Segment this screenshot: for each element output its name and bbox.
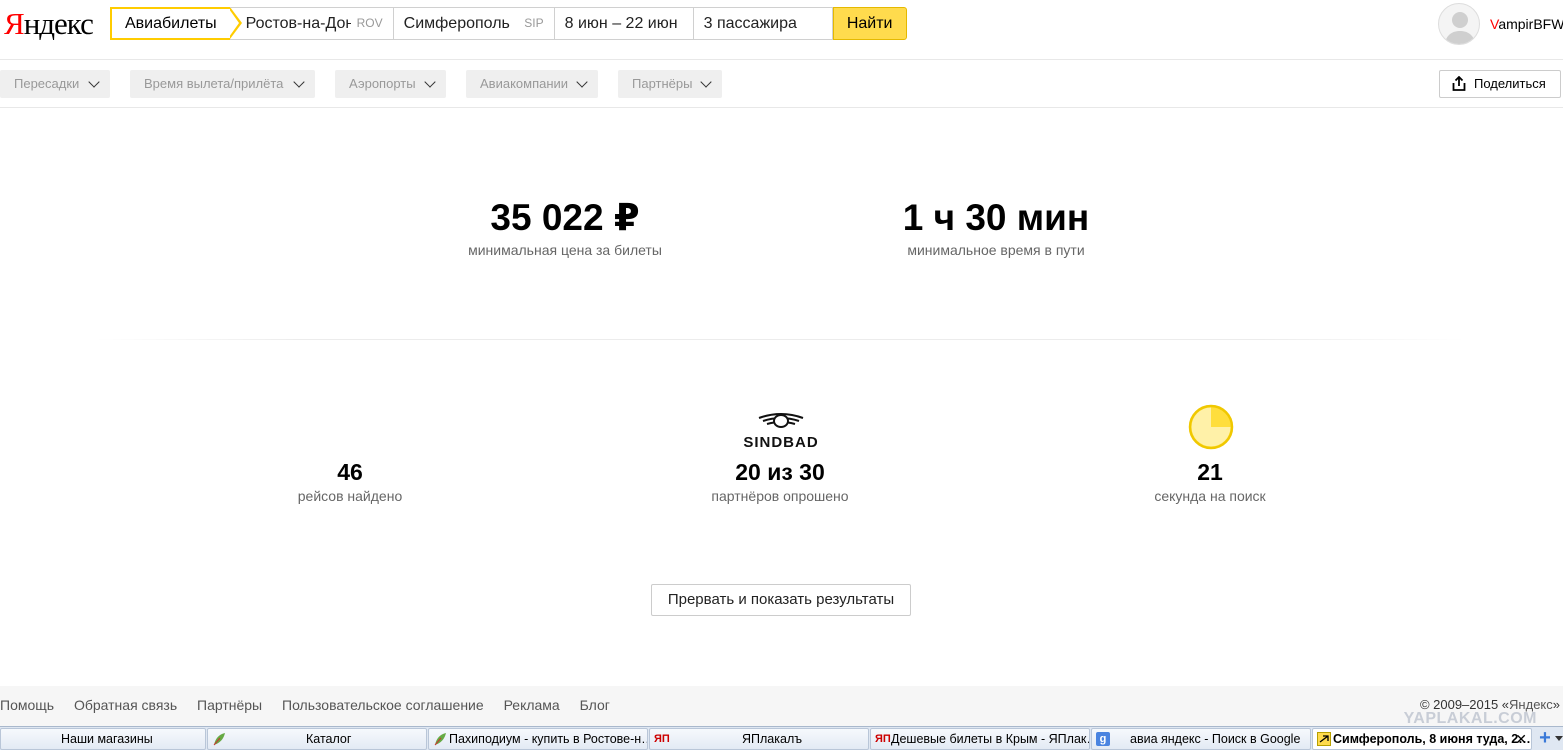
page: Яндекс Авиабилеты Ростов-на-Дону ROV Сим…: [0, 0, 1563, 750]
browser-tab[interactable]: ЯП ЯПлакалъ: [649, 728, 869, 750]
passengers-field[interactable]: 3 пассажира: [693, 7, 833, 40]
footer-link-blog[interactable]: Блог: [580, 697, 610, 713]
tab-list-chevron-icon[interactable]: [1555, 736, 1563, 741]
filter-partners[interactable]: Партнёры: [618, 70, 722, 98]
chevron-down-icon: [293, 76, 305, 88]
browser-tab[interactable]: Пахиподиум - купить в Ростове-н…: [428, 728, 648, 750]
tab-label: Наши магазины: [61, 732, 153, 746]
divider: [95, 339, 1465, 340]
flights-found-label: рейсов найдено: [297, 488, 403, 504]
dates-value: 8 июн – 22 июн: [564, 15, 678, 32]
min-price-label: минимальная цена за билеты: [468, 242, 662, 258]
partners-polled-block: 20 из 30 партнёров опрошено: [680, 458, 880, 506]
filter-airlines[interactable]: Авиакомпании: [466, 70, 598, 98]
tab-label: Пахиподиум - купить в Ростове-н…: [449, 732, 648, 746]
min-price-value: 35 022 ₽: [490, 197, 640, 238]
service-tab-avia[interactable]: Авиабилеты: [110, 7, 242, 40]
find-button[interactable]: Найти: [832, 7, 907, 40]
sindbad-wings-icon: [758, 413, 804, 428]
to-code: SIP: [518, 8, 544, 39]
tab-label: авиа яндекс - Поиск в Google: [1130, 732, 1301, 746]
copyright-end: »: [1552, 697, 1560, 712]
to-field[interactable]: Симферополь SIP: [393, 7, 555, 40]
search-form: Авиабилеты Ростов-на-Дону ROV Симферопол…: [110, 7, 907, 40]
search-seconds-block: 21 секунда на поиск: [1110, 458, 1310, 506]
interrupt-show-results-button[interactable]: Прервать и показать результаты: [651, 584, 911, 616]
chevron-down-icon: [88, 76, 100, 88]
filter-label: Авиакомпании: [480, 76, 569, 91]
tab-label: ЯПлакалъ: [742, 732, 803, 746]
tab-label: Каталог: [306, 732, 352, 746]
flights-found-value: 46: [337, 459, 363, 485]
filter-label: Аэропорты: [349, 76, 416, 91]
footer-link-feedback[interactable]: Обратная связь: [74, 697, 177, 713]
browser-tab[interactable]: ЯП Дешевые билеты в Крым - ЯПлак…: [870, 728, 1090, 750]
new-tab-icon[interactable]: +: [1534, 728, 1556, 750]
timer-icon: [1188, 404, 1234, 450]
min-time-value: 1 ч 30 мин: [902, 197, 1090, 238]
browser-tab[interactable]: Каталог: [207, 728, 427, 750]
partners-polled-value: 20 из 30: [735, 459, 825, 485]
search-seconds-label: секунда на поиск: [1154, 488, 1266, 504]
footer-link-agreement[interactable]: Пользовательское соглашение: [282, 697, 484, 713]
from-code: ROV: [350, 8, 383, 39]
footer: Помощь Обратная связь Партнёры Пользоват…: [0, 686, 1563, 727]
share-button[interactable]: Поделиться: [1439, 70, 1561, 98]
user-menu[interactable]: VampirBFW: [1438, 3, 1563, 45]
yaplakal-icon: ЯП: [654, 733, 670, 745]
flights-found-block: 46 рейсов найдено: [250, 458, 450, 506]
passengers-value: 3 пассажира: [703, 15, 797, 32]
tab-label: Дешевые билеты в Крым - ЯПлак…: [891, 732, 1090, 746]
logo-first-letter: Я: [4, 6, 25, 41]
share-label: Поделиться: [1474, 76, 1546, 91]
search-seconds-value: 21: [1197, 459, 1223, 485]
filters-bar: Пересадки Время вылета/прилёта Аэропорты…: [0, 60, 1563, 108]
chevron-down-icon: [700, 76, 712, 88]
browser-tab[interactable]: Наши магазины: [0, 728, 206, 750]
logo-rest: ндекс: [23, 6, 94, 41]
plane-icon: [1317, 732, 1331, 746]
dates-field[interactable]: 8 июн – 22 июн: [554, 7, 694, 40]
filter-time[interactable]: Время вылета/прилёта: [130, 70, 315, 98]
to-city: Симферополь: [403, 15, 510, 32]
leaf-icon: [433, 732, 447, 746]
footer-links: Помощь Обратная связь Партнёры Пользоват…: [0, 697, 626, 713]
share-icon: [1452, 76, 1466, 91]
chevron-down-icon: [424, 76, 436, 88]
from-city: Ростов-на-Дону: [245, 15, 363, 32]
browser-tab[interactable]: g авиа яндекс - Поиск в Google: [1091, 728, 1311, 750]
min-time-label: минимальное время в пути: [907, 242, 1085, 258]
browser-tab-bar: Наши магазины Каталог Пахиподиум - купит…: [0, 726, 1563, 750]
filter-airports[interactable]: Аэропорты: [335, 70, 446, 98]
filter-label: Партнёры: [632, 76, 693, 91]
footer-link-help[interactable]: Помощь: [0, 697, 54, 713]
min-time-block: 1 ч 30 мин минимальное время в пути: [871, 196, 1121, 260]
filter-label: Пересадки: [14, 76, 80, 91]
close-icon[interactable]: ✕: [1515, 729, 1527, 749]
browser-tab-active[interactable]: Симферополь, 8 июня туда, 2… ✕: [1312, 728, 1532, 750]
partners-polled-label: партнёров опрошено: [711, 488, 849, 504]
header: Яндекс Авиабилеты Ростов-на-Дону ROV Сим…: [0, 0, 1563, 60]
avatar[interactable]: [1438, 3, 1480, 45]
footer-link-partners[interactable]: Партнёры: [197, 697, 262, 713]
yandex-logo[interactable]: Яндекс: [4, 6, 94, 42]
yaplakal-icon: ЯП: [875, 733, 891, 745]
chevron-down-icon: [576, 76, 588, 88]
filter-transfers[interactable]: Пересадки: [0, 70, 110, 98]
username[interactable]: VampirBFW: [1490, 16, 1563, 32]
google-icon: g: [1096, 732, 1110, 746]
username-rest: ampirBFW: [1498, 16, 1563, 32]
from-field[interactable]: Ростов-на-Дону ROV: [229, 7, 394, 40]
tab-label: Симферополь, 8 июня туда, 2…: [1333, 732, 1531, 746]
footer-link-ads[interactable]: Реклама: [504, 697, 560, 713]
filter-label: Время вылета/прилёта: [144, 76, 284, 91]
min-price-block: 35 022 ₽ минимальная цена за билеты: [440, 196, 690, 260]
partner-logo-text: SINDBAD: [743, 434, 819, 451]
user-avatar-icon: [1444, 12, 1476, 44]
leaf-icon: [212, 732, 226, 746]
partner-logo: SINDBAD: [740, 412, 822, 451]
